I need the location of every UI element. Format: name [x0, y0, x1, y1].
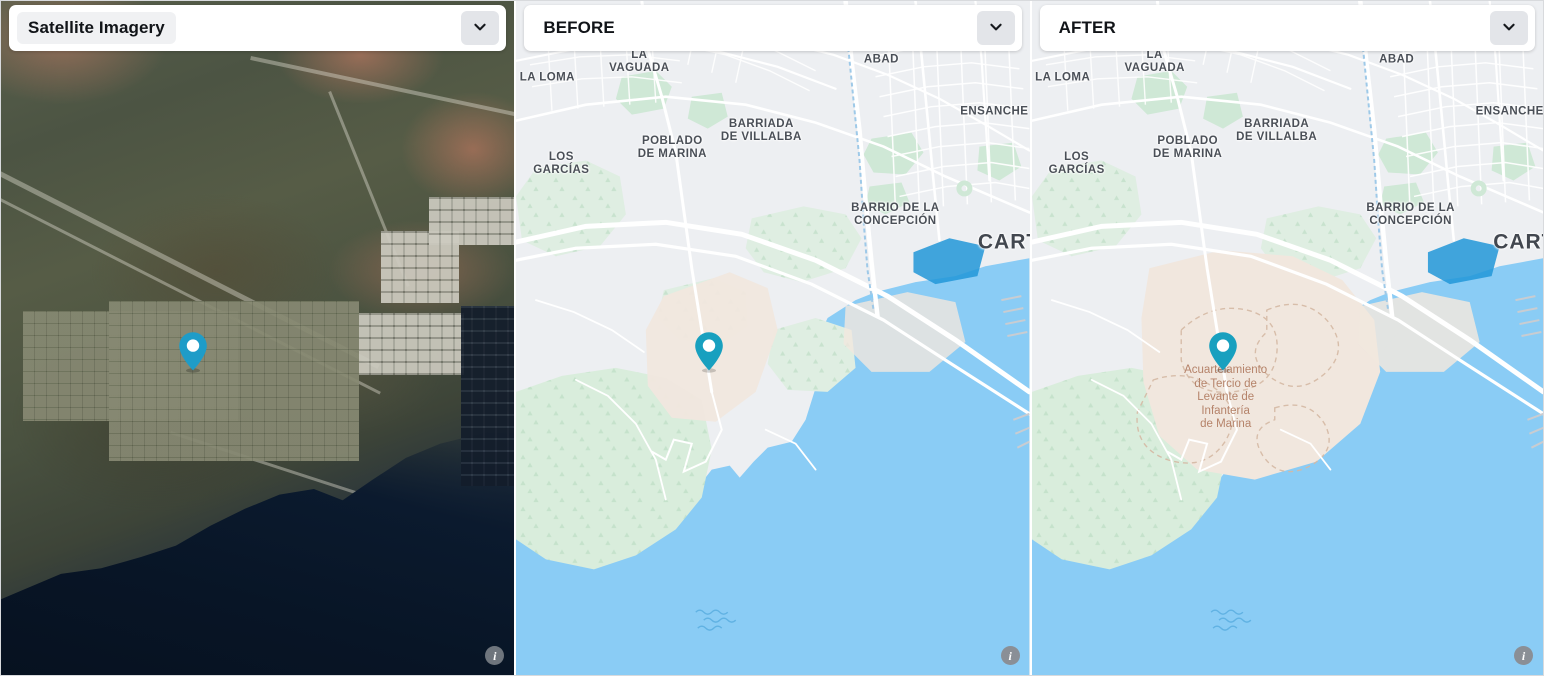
vector-map-after[interactable]: LA LOMA LA VAGUADA ABAD ENSANCHE BARRIAD…: [1031, 1, 1543, 675]
panel-title-before: BEFORE: [543, 18, 615, 37]
chevron-down-icon: [988, 19, 1004, 38]
panel-after: LA LOMA LA VAGUADA ABAD ENSANCHE BARRIAD…: [1031, 1, 1543, 675]
panel-header-before: BEFORE: [524, 5, 1022, 51]
map-comparison-view: Satellite Imagery i LA LOMA LA VAGUADA A…: [0, 0, 1544, 676]
panel-before: LA LOMA LA VAGUADA ABAD ENSANCHE BARRIAD…: [516, 1, 1030, 675]
panel-title-after: AFTER: [1058, 18, 1116, 37]
chevron-down-icon: [472, 19, 488, 38]
satellite-sea: [1, 432, 515, 675]
satellite-imagery-raster[interactable]: [1, 1, 515, 675]
info-button-before[interactable]: i: [1000, 646, 1020, 665]
chevron-down-icon: [1501, 19, 1517, 38]
panel-header-after: AFTER: [1039, 5, 1535, 51]
vector-map-before[interactable]: LA LOMA LA VAGUADA ABAD ENSANCHE BARRIAD…: [516, 1, 1030, 675]
info-button-after[interactable]: i: [1514, 646, 1533, 665]
basemap-dropdown-button-after[interactable]: [1490, 11, 1528, 45]
basemap-dropdown-button-before[interactable]: [976, 11, 1015, 45]
basemap-dropdown-button-satellite[interactable]: [461, 11, 500, 45]
panel-header-satellite: Satellite Imagery: [9, 5, 507, 51]
panel-title-satellite: Satellite Imagery: [17, 12, 176, 44]
panel-satellite: Satellite Imagery i: [1, 1, 515, 675]
